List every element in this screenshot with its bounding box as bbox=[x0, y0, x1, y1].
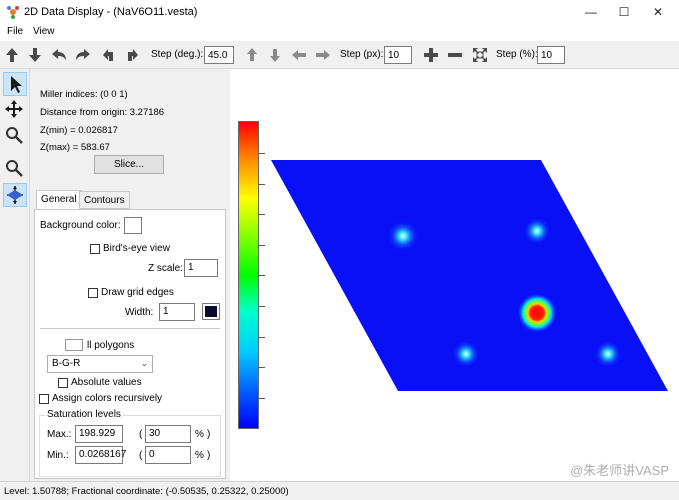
birds-eye-checkbox[interactable] bbox=[90, 244, 100, 254]
move-cross-icon bbox=[5, 100, 23, 118]
min-paren-close: ) bbox=[207, 450, 211, 461]
vesta-app-icon bbox=[7, 6, 19, 19]
rotate-down-arrow-icon[interactable] bbox=[26, 46, 44, 64]
display-canvas[interactable] bbox=[231, 69, 679, 481]
draw-grid-edges-checkbox[interactable] bbox=[88, 288, 98, 298]
select-pointer-tool[interactable] bbox=[3, 72, 27, 96]
fit-to-screen-icon[interactable] bbox=[471, 46, 489, 64]
zmin-text: Z(min) = 0.026817 bbox=[40, 125, 118, 136]
rotate-up-arrow-icon[interactable] bbox=[3, 46, 21, 64]
divider bbox=[40, 328, 220, 329]
max-percent-sign: % bbox=[195, 429, 204, 440]
status-text: Level: 1.50788; Fractional coordinate: (… bbox=[4, 486, 289, 497]
colormap-select[interactable]: B-G-R ⌄ bbox=[47, 355, 153, 373]
width-label: Width: bbox=[125, 307, 154, 318]
zoom-out-minus-icon[interactable] bbox=[446, 46, 464, 64]
magnifier-icon bbox=[6, 127, 23, 144]
distance-from-origin-text: Distance from origin: 3.27186 bbox=[40, 107, 165, 118]
control-panel: Miller indices: (0 0 1) Distance from or… bbox=[30, 69, 230, 481]
saturation-levels-title: Saturation levels bbox=[45, 409, 123, 420]
plane-slice-tool[interactable] bbox=[3, 183, 27, 207]
birds-eye-label: Bird's-eye view bbox=[103, 243, 170, 254]
assign-colors-recursively-checkbox[interactable] bbox=[39, 394, 49, 404]
translate-up-icon[interactable] bbox=[243, 46, 261, 64]
step-pct-input[interactable] bbox=[537, 46, 565, 64]
min-value-input[interactable]: 0.0268167 bbox=[75, 446, 126, 464]
title-bar: 2D Data Display - (NaV6O11.vesta) — ☐ ✕ bbox=[0, 0, 679, 24]
translate-right-icon[interactable] bbox=[314, 46, 332, 64]
saturation-levels-group bbox=[39, 415, 221, 477]
density-spot bbox=[387, 220, 419, 252]
step-px-label: Step (px): bbox=[340, 49, 384, 60]
assign-colors-recursively-label: Assign colors recursively bbox=[52, 393, 163, 404]
background-color-swatch[interactable] bbox=[124, 217, 142, 234]
min-percent-input[interactable]: 0 bbox=[145, 446, 191, 464]
density-spot bbox=[523, 217, 551, 245]
general-tab-pane: Background color: Bird's-eye view Z scal… bbox=[34, 209, 226, 479]
zoom-in-plus-icon[interactable] bbox=[422, 46, 440, 64]
width-input[interactable]: 1 bbox=[159, 303, 195, 321]
menu-bar: File View bbox=[0, 24, 679, 41]
miller-indices-text: Miller indices: (0 0 1) bbox=[40, 89, 128, 100]
fill-polygons-checkbox[interactable] bbox=[65, 339, 83, 351]
max-value-input[interactable]: 198.929 bbox=[75, 425, 123, 443]
min-label: Min.: bbox=[47, 450, 69, 461]
density-slice-plot bbox=[271, 160, 668, 391]
fill-polygons-label: ll polygons bbox=[87, 340, 135, 351]
min-paren-open: ( bbox=[139, 450, 143, 461]
translate-tool[interactable] bbox=[3, 98, 27, 122]
magnifier-icon bbox=[6, 160, 23, 177]
zscale-input[interactable]: 1 bbox=[184, 259, 218, 277]
tool-strip bbox=[0, 69, 30, 481]
colormap-value: B-G-R bbox=[52, 358, 81, 369]
rotate-in-plane-left-icon[interactable] bbox=[99, 46, 117, 64]
minimize-button[interactable]: — bbox=[573, 0, 609, 24]
menu-file[interactable]: File bbox=[7, 26, 23, 37]
absolute-values-checkbox[interactable] bbox=[58, 378, 68, 388]
watermark: @朱老师讲VASP bbox=[570, 463, 669, 478]
zscale-label: Z scale: bbox=[148, 263, 184, 274]
status-bar: Level: 1.50788; Fractional coordinate: (… bbox=[0, 481, 679, 500]
step-px-input[interactable] bbox=[384, 46, 412, 64]
step-deg-label: Step (deg.): bbox=[151, 49, 204, 60]
translate-down-icon[interactable] bbox=[266, 46, 284, 64]
max-paren-close: ) bbox=[207, 429, 211, 440]
chevron-down-icon: ⌄ bbox=[140, 358, 148, 368]
maximize-button[interactable]: ☐ bbox=[606, 0, 642, 24]
tab-contours[interactable]: Contours bbox=[79, 191, 130, 209]
zmax-text: Z(max) = 583.67 bbox=[40, 142, 110, 153]
toolbar: Step (deg.): Step (px): Step (%): bbox=[0, 41, 679, 69]
min-percent-sign: % bbox=[195, 450, 204, 461]
density-spot bbox=[594, 340, 622, 368]
step-pct-label: Step (%): bbox=[496, 49, 538, 60]
magnify-tool[interactable] bbox=[3, 124, 27, 148]
absolute-values-label: Absolute values bbox=[71, 377, 142, 388]
pointer-arrow-icon bbox=[11, 76, 22, 93]
rotate-cw-arrow-icon[interactable] bbox=[74, 46, 92, 64]
density-hotspot bbox=[517, 293, 557, 333]
background-color-label: Background color: bbox=[40, 220, 121, 231]
plane-slice-icon bbox=[7, 186, 23, 204]
menu-view[interactable]: View bbox=[33, 26, 55, 37]
max-percent-input[interactable]: 30 bbox=[145, 425, 191, 443]
grid-edge-color-swatch[interactable] bbox=[202, 303, 220, 320]
rotate-in-plane-right-icon[interactable] bbox=[124, 46, 142, 64]
draw-grid-edges-label: Draw grid edges bbox=[101, 287, 174, 298]
slice-button[interactable]: Slice... bbox=[94, 155, 164, 174]
close-button[interactable]: ✕ bbox=[640, 0, 676, 24]
tab-general[interactable]: General bbox=[36, 190, 82, 210]
translate-left-icon[interactable] bbox=[290, 46, 308, 64]
max-label: Max.: bbox=[47, 429, 72, 440]
step-deg-input[interactable] bbox=[204, 46, 234, 64]
density-spot bbox=[452, 340, 480, 368]
magnify-tool-2[interactable] bbox=[3, 157, 27, 181]
max-paren-open: ( bbox=[139, 429, 143, 440]
rotate-ccw-arrow-icon[interactable] bbox=[50, 46, 68, 64]
window-title: 2D Data Display - (NaV6O11.vesta) bbox=[24, 6, 198, 18]
